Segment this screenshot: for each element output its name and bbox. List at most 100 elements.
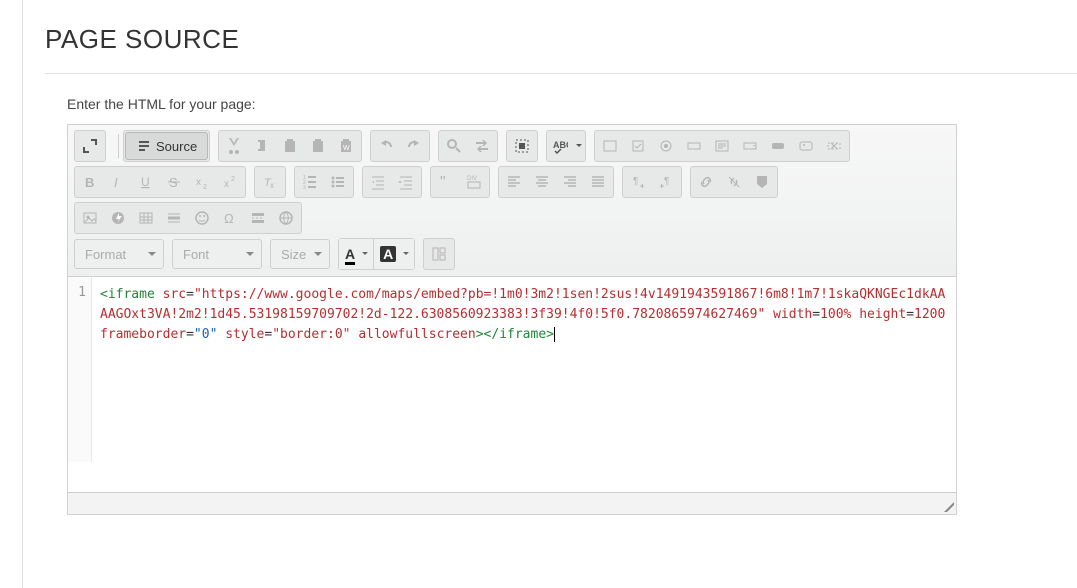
showblocks-button[interactable] [425,240,453,268]
svg-text:2: 2 [203,184,207,190]
textfield-button[interactable] [680,132,708,160]
bidiltr-button[interactable]: ¶ [624,168,652,196]
bulletedlist-button[interactable] [324,168,352,196]
toolbar-group-selectall [506,130,538,162]
pagebreak-button[interactable] [244,204,272,232]
form-button[interactable] [596,132,624,160]
bidirtl-button[interactable]: ¶ [652,168,680,196]
svg-text:DIV: DIV [467,176,477,182]
svg-text:¶: ¶ [664,176,669,187]
toolbar-group-document [74,130,106,162]
format-dropdown[interactable]: Format [74,239,164,269]
toolbar-group-find [438,130,498,162]
justifycenter-button[interactable] [528,168,556,196]
paste-button[interactable] [276,132,304,160]
image-button[interactable] [76,204,104,232]
svg-text:x: x [270,181,274,190]
redo-button[interactable] [400,132,428,160]
svg-text:Ω: Ω [224,211,234,226]
link-button[interactable] [692,168,720,196]
source-code-content[interactable]: <iframe src="https://www.google.com/maps… [92,277,956,462]
superscript-button[interactable]: x2 [216,168,244,196]
source-button[interactable]: Source [125,132,208,160]
specialchar-button[interactable]: Ω [216,204,244,232]
numberedlist-button[interactable]: 123 [296,168,324,196]
paste-word-button[interactable]: W [332,132,360,160]
resize-handle-icon[interactable] [944,502,954,512]
find-button[interactable] [440,132,468,160]
select-all-button[interactable] [508,132,536,160]
field-label: Enter the HTML for your page: [67,96,1077,112]
removeformat-button[interactable]: Tx [256,168,284,196]
svg-text:I: I [114,175,118,190]
blockquote-button[interactable]: " [432,168,460,196]
toolbar-group-basicstyles: B I U S x2 x2 [74,166,246,198]
bgcolor-button[interactable]: A [373,239,414,269]
imagebutton-button[interactable] [792,132,820,160]
italic-button[interactable]: I [104,168,132,196]
outdent-button[interactable] [364,168,392,196]
paste-text-button[interactable] [304,132,332,160]
unlink-button[interactable] [720,168,748,196]
toolbar-group-colors: A A [338,238,415,270]
copy-button[interactable] [248,132,276,160]
radio-button[interactable] [652,132,680,160]
left-divider [22,0,23,588]
toolbar-group-list: 123 [294,166,354,198]
editor-blank-area [68,462,956,492]
toolbar-group-bidi: ¶ ¶ [622,166,682,198]
select-button[interactable] [736,132,764,160]
creatediv-button[interactable]: DIV [460,168,488,196]
toolbar-group-spellcheck: ABC [546,130,586,162]
toolbar-group-undo [370,130,430,162]
spellcheck-button[interactable]: ABC [548,132,584,160]
iframe-button[interactable] [272,204,300,232]
page-source-panel: Enter the HTML for your page: Source [45,73,1077,515]
hiddenfield-button[interactable] [820,132,848,160]
horizontalrule-button[interactable] [160,204,188,232]
toolbar-row-4: Format Font Size A A [74,238,950,270]
cut-button[interactable] [220,132,248,160]
toolbar-group-clipboard: W [218,130,362,162]
font-dropdown[interactable]: Font [172,239,262,269]
text-cursor [554,327,555,342]
anchor-button[interactable] [748,168,776,196]
toolbar-row-3: Ω [74,202,950,234]
svg-text:W: W [343,145,350,152]
smiley-button[interactable] [188,204,216,232]
undo-button[interactable] [372,132,400,160]
toolbar-group-blocks: " DIV [430,166,490,198]
subscript-button[interactable]: x2 [188,168,216,196]
editor-status-bar [68,492,956,514]
toolbar-group-links [690,166,778,198]
justifyleft-button[interactable] [500,168,528,196]
table-button[interactable] [132,204,160,232]
indent-button[interactable] [392,168,420,196]
checkbox-button[interactable] [624,132,652,160]
button-button[interactable] [764,132,792,160]
justifyright-button[interactable] [556,168,584,196]
toolbar-group-showblocks [423,238,455,270]
size-dropdown[interactable]: Size [270,239,330,269]
svg-text:": " [440,174,446,190]
ckeditor-container: Source W [67,124,957,515]
toolbar-row-1: Source W [74,130,950,162]
svg-text:3: 3 [303,185,306,190]
svg-text:¶: ¶ [633,176,638,187]
textarea-button[interactable] [708,132,736,160]
replace-button[interactable] [468,132,496,160]
maximize-button[interactable] [76,132,104,160]
toolbar-group-indent [362,166,422,198]
page-title: PAGE SOURCE [45,0,1077,73]
underline-button[interactable]: U [132,168,160,196]
bold-button[interactable]: B [76,168,104,196]
strike-button[interactable]: S [160,168,188,196]
line-number: 1 [68,285,86,300]
flash-button[interactable] [104,204,132,232]
textcolor-button[interactable]: A [339,239,373,269]
svg-text:x: x [196,177,201,188]
justifyblock-button[interactable] [584,168,612,196]
toolbar-group-insert: Ω [74,202,302,234]
svg-text:x: x [224,179,229,190]
source-code-area[interactable]: 1 <iframe src="https://www.google.com/ma… [68,277,956,462]
